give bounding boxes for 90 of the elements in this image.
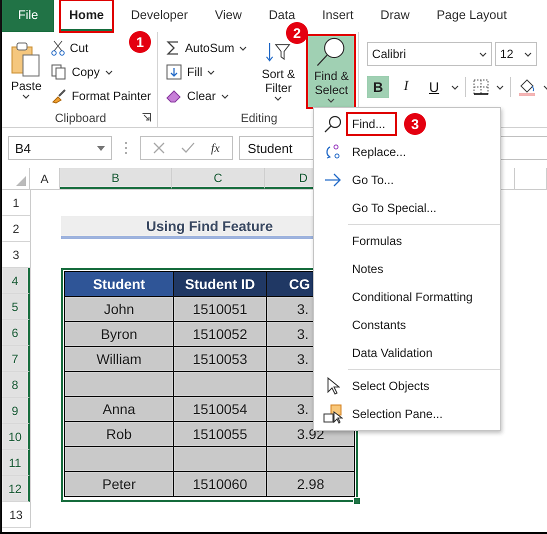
insert-function-button[interactable]: fx <box>211 140 220 156</box>
row-header[interactable]: 2 <box>2 216 30 242</box>
italic-button[interactable]: I <box>395 76 418 98</box>
row-header[interactable]: 10 <box>2 424 30 450</box>
copy-icon <box>50 64 67 80</box>
clipboard-icon <box>11 42 42 78</box>
select-all-icon <box>16 176 26 186</box>
group-label: Editing <box>240 110 278 124</box>
table-cell: John <box>64 296 174 322</box>
table-cell: 1510052 <box>174 322 266 346</box>
table-cell: Anna <box>64 396 174 422</box>
column-header[interactable]: C <box>172 168 265 189</box>
caret-icon <box>496 84 504 90</box>
cancel-button[interactable] <box>153 142 165 154</box>
fill-button[interactable]: Fill <box>164 62 218 82</box>
ribbon-tab[interactable]: Draw <box>371 0 419 32</box>
caret-icon <box>479 52 488 56</box>
table-cell: Byron <box>64 322 174 346</box>
row-header[interactable]: 8 <box>2 372 30 398</box>
table-cell: Peter <box>64 472 174 496</box>
check-icon <box>181 142 195 154</box>
menu-item[interactable]: Go To Special... <box>348 198 440 218</box>
ribbon-tab[interactable]: Insert <box>313 0 362 32</box>
table-cell: 1510060 <box>174 472 266 496</box>
menu-item[interactable]: Select Objects <box>348 376 434 396</box>
table-cell: Rob <box>64 422 174 446</box>
font-size-field[interactable]: 12 <box>495 42 538 66</box>
table-cell: 1510051 <box>174 296 266 322</box>
scissors-icon <box>50 40 65 56</box>
cut-button[interactable]: Cut <box>48 38 90 58</box>
fill-handle[interactable] <box>353 497 361 505</box>
paste-button[interactable]: Paste <box>8 36 45 108</box>
enter-button[interactable] <box>181 142 195 154</box>
column-heading: Student <box>64 272 174 296</box>
caret-icon <box>207 70 216 74</box>
row-header[interactable]: 1 <box>2 190 30 216</box>
replace-icon <box>324 143 342 161</box>
eraser-icon <box>166 89 182 103</box>
grip-icon <box>124 141 128 155</box>
menu-item[interactable]: Replace... <box>348 142 410 162</box>
file-tab[interactable]: File <box>2 0 54 32</box>
fill-color-icon <box>517 77 538 97</box>
row-header[interactable]: 5 <box>2 294 30 320</box>
autosum-button[interactable]: AutoSum <box>164 38 250 58</box>
cursor-icon <box>326 377 340 395</box>
column-header[interactable]: B <box>60 168 172 189</box>
caret-icon <box>104 70 113 74</box>
find-select-button[interactable]: Find & Select <box>307 35 356 108</box>
sigma-icon <box>166 40 180 56</box>
caret-icon <box>220 94 229 98</box>
bold-button[interactable]: B <box>367 76 390 98</box>
close-icon <box>153 142 165 154</box>
row-header[interactable]: 13 <box>2 502 30 528</box>
underline-button[interactable]: U <box>423 76 446 98</box>
caret-icon <box>524 52 532 56</box>
dialog-launcher-icon <box>142 113 152 122</box>
row-header[interactable]: 12 <box>2 476 30 502</box>
dropdown-icon <box>97 146 105 150</box>
search-icon <box>324 115 342 133</box>
ribbon-tab[interactable]: View <box>206 0 251 32</box>
caret-icon <box>451 84 460 90</box>
clear-button[interactable]: Clear <box>164 86 231 106</box>
caret-icon <box>22 94 30 99</box>
caret-icon <box>274 96 282 101</box>
row-header[interactable]: 4 <box>2 268 30 294</box>
group-label: Clipboard <box>54 110 106 124</box>
column-heading: Student ID <box>174 272 266 296</box>
table-cell: 1510054 <box>174 396 266 422</box>
table-cell: 1510053 <box>174 346 266 372</box>
table-cell: 2.98 <box>266 472 354 496</box>
ribbon-tab[interactable]: Developer <box>122 0 197 32</box>
caret-icon <box>239 46 248 50</box>
name-box[interactable]: B4 <box>8 136 112 160</box>
table-cell: William <box>64 346 174 372</box>
row-header[interactable]: 7 <box>2 346 30 372</box>
table-cell: 1510055 <box>174 422 266 446</box>
font-name-field[interactable]: Calibri <box>367 42 492 66</box>
right-arrow-icon <box>324 173 342 187</box>
ribbon-tab[interactable]: Page Layout <box>428 0 516 32</box>
format-painter-button[interactable]: Format Painter <box>48 86 154 106</box>
copy-button[interactable]: Copy <box>48 62 115 82</box>
row-header[interactable]: 9 <box>2 398 30 424</box>
row-header[interactable]: 6 <box>2 320 30 346</box>
selection-pane-icon <box>323 404 343 424</box>
borders-icon <box>472 78 490 96</box>
caret-icon <box>327 98 336 103</box>
row-header[interactable]: 11 <box>2 450 30 476</box>
paintbrush-icon <box>50 88 67 104</box>
fill-down-icon <box>166 64 182 80</box>
menu-item[interactable]: Find... <box>348 114 396 134</box>
